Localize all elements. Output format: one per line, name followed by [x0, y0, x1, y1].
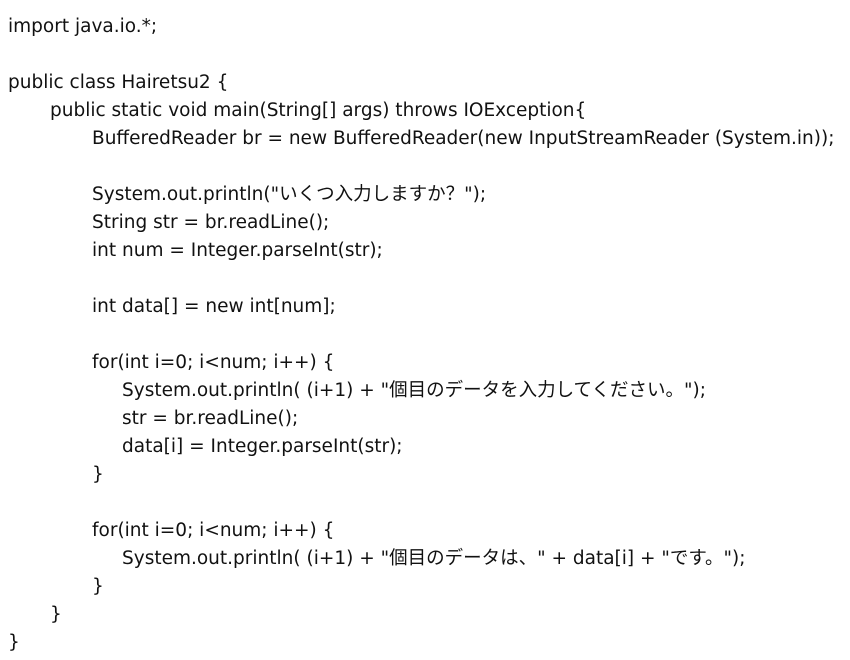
- code-text: int num = Integer.parseInt(str);: [92, 240, 383, 261]
- code-text: public static void main(String[] args) t…: [50, 100, 587, 121]
- code-line-14: System.out.println( (i+1) + "個目のデータを入力して…: [0, 377, 850, 405]
- code-line-7: System.out.println("いくつ入力しますか？");: [0, 181, 850, 209]
- code-line-20: System.out.println( (i+1) + "個目のデータは、" +…: [0, 545, 850, 573]
- code-text: public class Hairetsu2 {: [8, 72, 229, 93]
- code-text: }: [92, 464, 104, 485]
- code-line-21: }: [0, 573, 850, 601]
- code-listing: import java.io.*; public class Hairetsu2…: [0, 13, 850, 657]
- code-text: import java.io.*;: [8, 16, 158, 37]
- code-text: System.out.println( (i+1) + "個目のデータを入力して…: [122, 380, 706, 401]
- code-text: }: [92, 576, 104, 597]
- code-text: BufferedReader br = new BufferedReader(n…: [92, 128, 835, 149]
- code-line-11: int data[] = new int[num];: [0, 293, 850, 321]
- code-line-8: String str = br.readLine();: [0, 209, 850, 237]
- code-text: System.out.println( (i+1) + "個目のデータは、" +…: [122, 548, 746, 569]
- code-text: data[i] = Integer.parseInt(str);: [122, 436, 403, 457]
- code-line-17: }: [0, 461, 850, 489]
- code-text: for(int i=0; i<num; i++) {: [92, 352, 335, 373]
- code-text: str = br.readLine();: [122, 408, 299, 429]
- code-text: String str = br.readLine();: [92, 212, 330, 233]
- code-line-19: for(int i=0; i<num; i++) {: [0, 517, 850, 545]
- code-line-15: str = br.readLine();: [0, 405, 850, 433]
- code-text: }: [50, 604, 62, 625]
- code-line-4: public static void main(String[] args) t…: [0, 97, 850, 125]
- code-text: }: [8, 632, 20, 653]
- code-line-5: BufferedReader br = new BufferedReader(n…: [0, 125, 850, 153]
- code-line-13: for(int i=0; i<num; i++) {: [0, 349, 850, 377]
- code-text: for(int i=0; i<num; i++) {: [92, 520, 335, 541]
- code-line-22: }: [0, 601, 850, 629]
- code-line-16: data[i] = Integer.parseInt(str);: [0, 433, 850, 461]
- code-line-23: }: [0, 629, 850, 657]
- code-line-3: public class Hairetsu2 {: [0, 69, 850, 97]
- code-text: int data[] = new int[num];: [92, 296, 336, 317]
- code-line-1: import java.io.*;: [0, 13, 850, 41]
- code-line-9: int num = Integer.parseInt(str);: [0, 237, 850, 265]
- code-text: System.out.println("いくつ入力しますか？");: [92, 184, 487, 205]
